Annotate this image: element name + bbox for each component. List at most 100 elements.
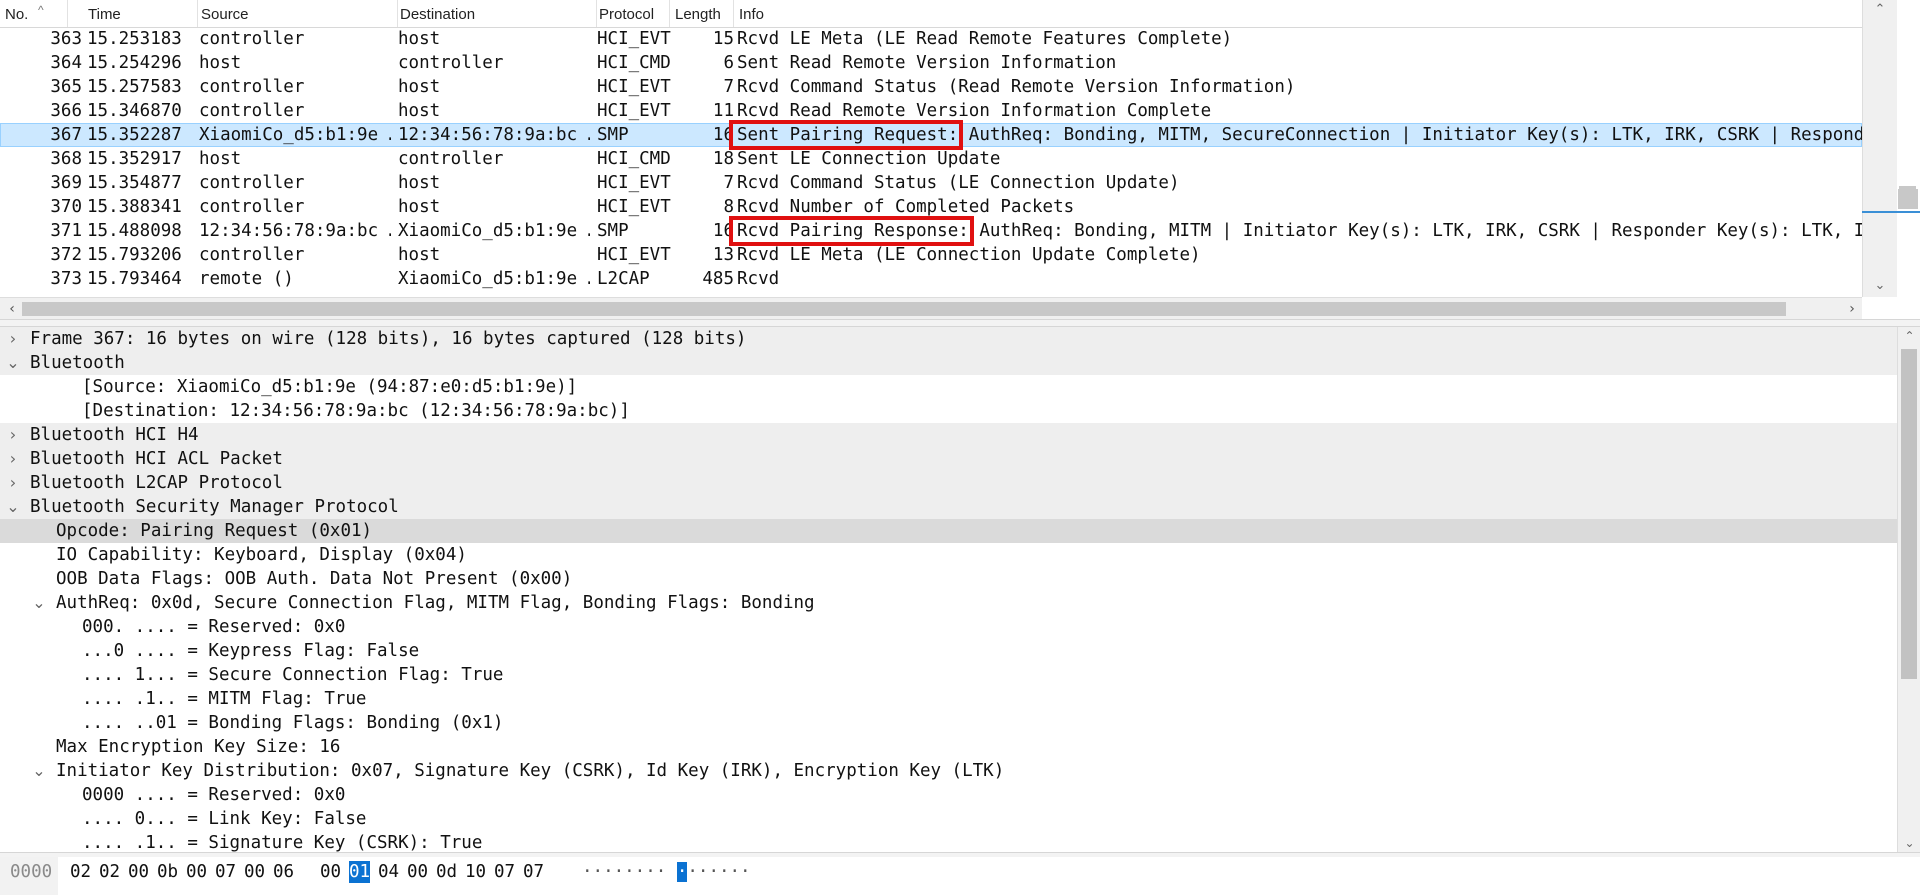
packet-row[interactable]: 366 15.346870 controller host HCI_EVT 11 Rcvd … (0, 99, 1862, 123)
packet-row[interactable]: 365 15.257583 controller host HCI_EVT 7 Rcvd C… (0, 75, 1862, 99)
scroll-up-icon[interactable]: ⌃ (1863, 0, 1897, 20)
tree-node-label: Bluetooth (30, 353, 125, 373)
column-header-time[interactable]: Time (83, 0, 198, 27)
packet-row[interactable]: 371 15.488098 12:34:56:78:9a:bc … XiaomiCo_… (0, 219, 1862, 243)
tree-node-label: Bluetooth L2CAP Protocol (30, 473, 283, 493)
column-header-source[interactable]: Source (196, 0, 398, 27)
hex-byte[interactable]: 02 (99, 861, 120, 883)
packet-bytes-pane[interactable]: 0000 02 02 00 0b 00 07 00 06 00 01 04 00 0d 10 07 07 ···… (0, 857, 1920, 895)
hex-byte[interactable]: 00 (186, 861, 207, 883)
hex-byte[interactable]: 00 (244, 861, 265, 883)
packet-list-vertical-scrollbar[interactable]: ⌃ ⌄ (1862, 0, 1916, 297)
packet-cell-length: 6 (723, 53, 734, 73)
scroll-up-icon[interactable]: ⌃ (1898, 327, 1920, 345)
packet-list-minimap-thumb[interactable] (1898, 189, 1918, 209)
hex-byte[interactable]: 0d (436, 861, 457, 883)
details-scroll-thumb[interactable] (1901, 349, 1917, 679)
chevron-right-icon[interactable]: › (6, 447, 20, 471)
tree-node-field[interactable]: .... ..01 = Bonding Flags: Bonding (0x1) (0, 711, 1897, 735)
tree-node-field[interactable]: Max Encryption Key Size: 16 (0, 735, 1897, 759)
packet-row[interactable]: 372 15.793206 controller host HCI_EVT 13 Rcvd … (0, 243, 1862, 267)
packet-cell-info: Rcvd Command Status (LE Connection Updat… (737, 173, 1180, 193)
tree-node-field[interactable]: .... 1... = Secure Connection Flag: True (0, 663, 1897, 687)
tree-node-field[interactable]: .... .1.. = Signature Key (CSRK): True (0, 831, 1897, 852)
hex-byte[interactable]: 00 (128, 861, 149, 883)
packet-cell-time: 15.257583 (87, 77, 182, 97)
packet-cell-destination: host (398, 77, 441, 97)
column-header-length[interactable]: Length (670, 0, 734, 27)
packet-cell-source: 12:34:56:78:9a:bc … (199, 221, 391, 241)
chevron-down-icon[interactable]: ⌄ (32, 759, 46, 783)
tree-node-label: Bluetooth HCI ACL Packet (30, 449, 283, 469)
chevron-down-icon[interactable]: ⌄ (32, 591, 46, 615)
scroll-right-icon[interactable]: › (1842, 298, 1862, 320)
packet-list-horizontal-scrollbar[interactable]: ‹ › (0, 297, 1862, 320)
tree-node-label: [Destination: 12:34:56:78:9a:bc (12:34:5… (82, 401, 630, 421)
tree-node-field[interactable]: IO Capability: Keyboard, Display (0x04) (0, 543, 1897, 567)
packet-list-pane[interactable]: No. ^ Time Source Destination Protocol Le… (0, 0, 1920, 320)
packet-cell-length: 485 (702, 269, 734, 289)
tree-node-field[interactable]: .... .1.. = MITM Flag: True (0, 687, 1897, 711)
hex-byte[interactable]: 01 (349, 861, 371, 883)
packet-row[interactable]: 368 15.352917 host controller HCI_CMD 18 Sent … (0, 147, 1862, 171)
tree-node-field[interactable]: 000. .... = Reserved: 0x0 (0, 615, 1897, 639)
scroll-down-icon[interactable]: ⌄ (1863, 276, 1897, 296)
packet-cell-info: Rcvd LE Meta (LE Connection Update Compl… (737, 245, 1201, 265)
packet-cell-source: XiaomiCo_d5:b1:9e … (199, 125, 391, 145)
hex-byte[interactable]: 10 (465, 861, 486, 883)
chevron-right-icon[interactable]: › (6, 423, 20, 447)
hex-byte[interactable]: 00 (407, 861, 428, 883)
tree-node-field[interactable]: ⌄ AuthReq: 0x0d, Secure Connection Flag, … (0, 591, 1897, 615)
packet-cell-protocol: SMP (597, 125, 629, 145)
packet-row[interactable]: 363 15.253183 controller host HCI_EVT 15 Rcvd … (0, 27, 1862, 51)
packet-cell-no: 366 (50, 101, 82, 121)
hex-byte[interactable]: 02 (70, 861, 91, 883)
hex-byte[interactable]: 04 (378, 861, 399, 883)
scroll-down-icon[interactable]: ⌄ (1898, 834, 1920, 852)
hex-byte[interactable]: 07 (494, 861, 515, 883)
tree-node-protocol[interactable]: ⌄ Bluetooth Security Manager Protocol (0, 495, 1897, 519)
tree-node-label: [Source: XiaomiCo_d5:b1:9e (94:87:e0:d5:… (82, 377, 578, 397)
chevron-right-icon[interactable]: › (6, 327, 20, 351)
tree-node-field[interactable]: OOB Data Flags: OOB Auth. Data Not Prese… (0, 567, 1897, 591)
tree-node-protocol[interactable]: › Bluetooth L2CAP Protocol (0, 471, 1897, 495)
hex-byte[interactable]: 0b (157, 861, 178, 883)
chevron-down-icon[interactable]: ⌄ (6, 495, 20, 519)
packet-cell-info: Rcvd (737, 269, 780, 289)
packet-row[interactable]: 367 15.352287 XiaomiCo_d5:b1:9e … 12:34:56:… (0, 123, 1862, 147)
hex-byte[interactable]: 06 (273, 861, 294, 883)
tree-node-protocol[interactable]: › Frame 367: 16 bytes on wire (128 bits),… (0, 327, 1897, 351)
tree-node-field[interactable]: 0000 .... = Reserved: 0x0 (0, 783, 1897, 807)
packet-cell-length: 13 (712, 245, 734, 265)
tree-node-field[interactable]: ⌄ Initiator Key Distribution: 0x07, Signa… (0, 759, 1897, 783)
tree-node-field[interactable]: [Destination: 12:34:56:78:9a:bc (12:34:5… (0, 399, 1897, 423)
packet-row[interactable]: 373 15.793464 remote () XiaomiCo_d5:b1:9e …… (0, 267, 1862, 291)
hex-byte[interactable]: 07 (523, 861, 544, 883)
scroll-left-icon[interactable]: ‹ (2, 298, 22, 320)
details-vertical-scrollbar[interactable]: ⌃ ⌄ (1897, 327, 1920, 852)
tree-node-field[interactable]: [Source: XiaomiCo_d5:b1:9e (94:87:e0:d5:… (0, 375, 1897, 399)
chevron-right-icon[interactable]: › (6, 471, 20, 495)
tree-node-protocol[interactable]: › Bluetooth HCI ACL Packet (0, 447, 1897, 471)
packet-list-hscroll-thumb[interactable] (22, 302, 1786, 316)
packet-row[interactable]: 369 15.354877 controller host HCI_EVT 7 Rcvd C… (0, 171, 1862, 195)
column-header-protocol[interactable]: Protocol (594, 0, 670, 27)
packet-row[interactable]: 364 15.254296 host controller HCI_CMD 6 Sent R… (0, 51, 1862, 75)
sort-ascending-icon: ^ (38, 3, 44, 17)
tree-node-field[interactable]: ...0 .... = Keypress Flag: False (0, 639, 1897, 663)
tree-node-field[interactable]: .... 0... = Link Key: False (0, 807, 1897, 831)
hex-ascii[interactable]: ········ ······· (582, 861, 751, 883)
packet-cell-source: controller (199, 29, 305, 49)
hex-byte[interactable]: 00 (320, 861, 341, 883)
tree-node-field[interactable]: Opcode: Pairing Request (0x01) (0, 519, 1897, 543)
chevron-down-icon[interactable]: ⌄ (6, 351, 20, 375)
column-header-destination[interactable]: Destination (395, 0, 597, 27)
tree-node-protocol[interactable]: ⌄ Bluetooth (0, 351, 1897, 375)
packet-row[interactable]: 370 15.388341 controller host HCI_EVT 8 Rcvd N… (0, 195, 1862, 219)
tree-node-protocol[interactable]: › Bluetooth HCI H4 (0, 423, 1897, 447)
column-header-no[interactable]: No. ^ (0, 0, 68, 27)
column-header-info[interactable]: Info (734, 0, 1862, 27)
hex-byte[interactable]: 07 (215, 861, 236, 883)
packet-details-pane[interactable]: › Frame 367: 16 bytes on wire (128 bits),… (0, 327, 1897, 852)
pane-splitter[interactable] (0, 319, 1920, 327)
